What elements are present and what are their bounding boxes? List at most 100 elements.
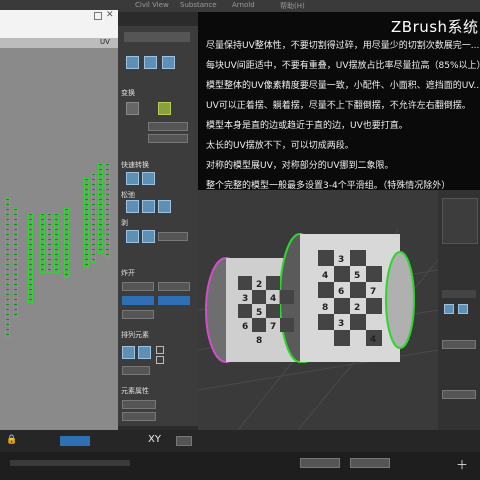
pack-normalize-icon[interactable] — [138, 346, 151, 359]
explode-option[interactable] — [122, 282, 154, 291]
relax-option-icon[interactable] — [142, 200, 155, 213]
status-bar: ＋ — [0, 452, 480, 480]
peel-option-icon[interactable] — [142, 230, 155, 243]
uv-island[interactable] — [54, 213, 59, 273]
element-property-field[interactable] — [122, 400, 156, 409]
move-icon[interactable] — [126, 102, 139, 115]
cylinder-right-end — [385, 251, 415, 349]
quick-map-icon[interactable] — [142, 172, 155, 185]
tip-line: 模型整体的UV像素精度要尽量一致，小配件、小面积、遮挡面的UV... — [206, 81, 480, 91]
selection-rollout[interactable] — [442, 290, 476, 298]
checker-number: 4 — [322, 271, 328, 281]
checker-number: 2 — [256, 280, 262, 290]
zoom-field[interactable] — [176, 436, 192, 446]
checker-number: 6 — [338, 287, 344, 297]
checker-number: 3 — [338, 319, 344, 329]
tip-line: UV可以正着摆、躺着摆，尽量不上下翻倒摆，不允许左右翻倒摆。 — [206, 101, 471, 111]
command-panel — [438, 190, 480, 430]
rescale-checkbox[interactable] — [156, 346, 164, 354]
checker-number: 8 — [322, 303, 328, 313]
uv-island[interactable] — [64, 208, 69, 278]
bottom-toolbar: 🔒 XY — [0, 430, 480, 452]
lock-icon[interactable]: 🔒 — [6, 435, 17, 445]
menu-item-arnold[interactable]: Arnold — [232, 1, 255, 9]
menu-item-civil-view[interactable]: Civil View — [135, 1, 169, 9]
tip-line: 对称的模型展UV，对称部分的UV挪到二象限。 — [206, 161, 394, 171]
unwrap-edit-panel: 变换 快速转换 松弛 剥 炸开 排列元素 元素属性 — [118, 26, 198, 426]
section-peel[interactable]: 剥 — [121, 218, 193, 228]
transform-field[interactable] — [148, 122, 188, 131]
checker-number: 4 — [370, 335, 376, 345]
uv-editor-window: ✕ UV — [0, 10, 118, 438]
perspective-viewport[interactable]: 2 3 4 5 6 7 8 3 4 5 6 7 8 2 3 4 — [197, 190, 439, 431]
uv-island[interactable] — [91, 173, 96, 263]
select-vertex-icon[interactable] — [126, 56, 139, 69]
tips-overlay: ZBrush系统 尽量保持UV整体性，不要切割得过碎，用尽量少的切割次数展完一.… — [198, 12, 480, 191]
uv-island[interactable] — [84, 178, 89, 268]
relax-option-icon[interactable] — [158, 200, 171, 213]
rotate-checkbox[interactable] — [156, 356, 164, 364]
timeline-slider[interactable] — [10, 460, 130, 466]
uv-island[interactable] — [13, 208, 18, 318]
checker-number: 6 — [242, 322, 248, 332]
uv-editor-titlebar: ✕ — [0, 10, 118, 38]
uv-island[interactable] — [47, 213, 52, 273]
relax-icon[interactable] — [126, 200, 139, 213]
uv-canvas[interactable] — [0, 48, 118, 438]
explode-button[interactable] — [122, 296, 154, 305]
section-transform[interactable]: 变换 — [121, 88, 193, 98]
checker-number: 8 — [256, 336, 262, 346]
close-icon[interactable]: ✕ — [106, 10, 114, 20]
coordinate-field[interactable] — [350, 458, 390, 468]
uv-island[interactable] — [40, 213, 45, 273]
element-property-field[interactable] — [122, 412, 156, 421]
section-relax[interactable]: 松弛 — [121, 190, 193, 200]
modifier-stack[interactable] — [442, 198, 478, 244]
transform-field[interactable] — [148, 134, 188, 143]
select-face-icon[interactable] — [162, 56, 175, 69]
selection-mode-icon[interactable] — [444, 304, 454, 314]
checker-number: 3 — [338, 255, 344, 265]
checker-number: 5 — [354, 271, 360, 281]
uv-island[interactable] — [105, 163, 110, 258]
uv-tab[interactable]: UV — [100, 38, 110, 46]
checker-number: 7 — [370, 287, 376, 297]
rotate-icon[interactable] — [158, 102, 171, 115]
brand-watermark: ZBrush系统 — [391, 18, 479, 36]
menu-item-substance[interactable]: Substance — [180, 1, 217, 9]
command-field[interactable] — [442, 340, 476, 349]
tip-line: 模型本身是直的边或趋近于直的边，UV也要打直。 — [206, 121, 408, 131]
xy-toggle[interactable]: XY — [148, 434, 161, 445]
checker-number: 5 — [256, 308, 262, 318]
quick-planar-icon[interactable] — [126, 172, 139, 185]
tip-line: 太长的UV摆放不下，可以切成两段。 — [206, 141, 354, 151]
tip-line: 每块UV间距适中，不要有重叠，UV摆放占比率尽量拉高（85%以上） — [206, 61, 480, 71]
explode-option[interactable] — [122, 310, 154, 319]
add-key-icon[interactable]: ＋ — [456, 456, 468, 473]
uv-island[interactable] — [98, 163, 103, 253]
section-arrange-elements[interactable]: 排列元素 — [121, 330, 193, 340]
select-edge-icon[interactable] — [144, 56, 157, 69]
coordinate-field[interactable] — [300, 458, 340, 468]
uv-island[interactable] — [5, 198, 10, 338]
menu-item-help[interactable]: 帮助(H) — [280, 1, 305, 11]
uv-toolbar: UV — [0, 38, 118, 48]
explode-option[interactable] — [158, 282, 190, 291]
command-field[interactable] — [442, 390, 476, 399]
peel-field[interactable] — [158, 232, 188, 241]
maximize-icon[interactable] — [94, 12, 102, 20]
section-quick-convert[interactable]: 快速转换 — [121, 160, 193, 170]
checker-number: 4 — [270, 294, 276, 304]
stitch-button[interactable] — [158, 296, 190, 305]
pack-icon[interactable] — [122, 346, 135, 359]
checker-number: 7 — [270, 322, 276, 332]
padding-field[interactable] — [122, 366, 150, 375]
panel-header — [124, 32, 190, 42]
uv-channel-select[interactable] — [60, 436, 90, 446]
selection-mode-icon[interactable] — [458, 304, 468, 314]
tip-line: 尽量保持UV整体性，不要切割得过碎，用尽量少的切割次数展完一... — [206, 41, 480, 51]
section-explode[interactable]: 炸开 — [121, 268, 193, 278]
peel-icon[interactable] — [126, 230, 139, 243]
section-element-properties[interactable]: 元素属性 — [121, 386, 193, 396]
uv-island[interactable] — [28, 213, 33, 303]
